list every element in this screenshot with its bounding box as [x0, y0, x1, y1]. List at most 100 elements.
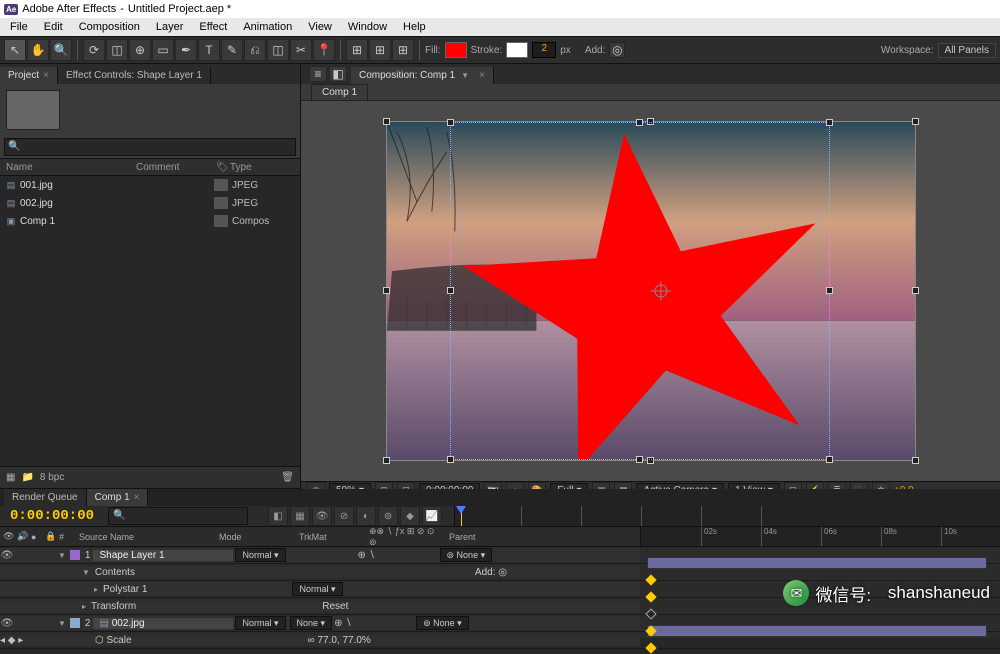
add-target-icon[interactable]: ◎ — [609, 42, 625, 58]
composition-viewer[interactable] — [301, 101, 1000, 481]
resize-handle[interactable] — [383, 118, 390, 125]
layer-row[interactable]: 👁▼1Shape Layer 1Normal ▾⊕ ∖⊚ None ▾ — [0, 547, 1000, 564]
visibility-col-icon[interactable]: 👁 — [0, 531, 14, 542]
composition-canvas[interactable] — [386, 121, 916, 461]
interpret-icon[interactable]: ▦ — [6, 472, 15, 483]
lock-col-icon[interactable]: 🔒 — [42, 531, 56, 542]
stroke-width-input[interactable]: 2 — [532, 42, 556, 58]
comp-mini-flowchart-icon[interactable]: ◧ — [268, 506, 288, 526]
brainstorm-icon[interactable]: ⊚ — [378, 506, 398, 526]
stroke-label[interactable]: Stroke: — [471, 45, 503, 56]
stroke-swatch[interactable] — [506, 42, 528, 58]
parent-header[interactable]: Parent — [446, 532, 506, 542]
pen-tool[interactable]: ✒ — [175, 39, 197, 61]
workspace-label: Workspace: — [881, 45, 934, 56]
draft3d-icon[interactable]: ▦ — [290, 506, 310, 526]
shape-bounding-box[interactable] — [450, 122, 830, 460]
project-list[interactable]: ▤001.jpgJPEG▤002.jpgJPEG▣Comp 1Compos — [0, 176, 300, 466]
frame-blend-icon[interactable]: ⊘ — [334, 506, 354, 526]
project-footer: ▦ 📁 8 bpc 🗑 — [0, 466, 300, 488]
panel-menu-icon[interactable]: ≡ — [309, 66, 327, 82]
zoom-tool[interactable]: 🔍 — [50, 39, 72, 61]
menu-window[interactable]: Window — [340, 19, 395, 35]
tab-composition[interactable]: Composition: Comp 1▼× — [351, 67, 494, 84]
shape-tool[interactable]: ▭ — [152, 39, 174, 61]
auto-keyframe-icon[interactable]: ◆ — [400, 506, 420, 526]
composition-panel: ≡ ◧ Composition: Comp 1▼× Comp 1 — [301, 64, 1000, 488]
trkmat-header[interactable]: TrkMat — [296, 532, 366, 542]
solo-col-icon[interactable]: ● — [28, 532, 42, 542]
eraser-tool[interactable]: ◫ — [267, 39, 289, 61]
resize-handle[interactable] — [912, 287, 919, 294]
toolbar: ↖ ✋ 🔍 ⟳ ◫ ⊕ ▭ ✒ T ✎ ⎌ ◫ ✂ 📍 ⊞ ⊞ ⊞ Fill: … — [0, 36, 1000, 64]
resize-handle[interactable] — [383, 457, 390, 464]
pan-behind-tool[interactable]: ⊕ — [129, 39, 151, 61]
fill-label[interactable]: Fill: — [425, 45, 441, 56]
selection-tool[interactable]: ↖ — [4, 39, 26, 61]
project-panel: Project× Effect Controls: Shape Layer 1 … — [0, 64, 301, 488]
menu-edit[interactable]: Edit — [36, 19, 71, 35]
project-item[interactable]: ▤002.jpgJPEG — [0, 194, 300, 212]
project-search-input[interactable] — [4, 138, 296, 156]
layer-row[interactable]: 👁▼2▤ 002.jpgNormal ▾None ▾⊕ ∖⊚ None ▾ — [0, 615, 1000, 632]
menu-layer[interactable]: Layer — [148, 19, 192, 35]
close-icon[interactable]: × — [43, 70, 49, 81]
brush-tool[interactable]: ✎ — [221, 39, 243, 61]
resize-handle[interactable] — [912, 118, 919, 125]
puppet-tool[interactable]: 📍 — [313, 39, 335, 61]
tab-project[interactable]: Project× — [0, 67, 58, 84]
project-thumbnail — [6, 90, 60, 130]
menu-bar: FileEditCompositionLayerEffectAnimationV… — [0, 18, 1000, 36]
close-icon[interactable]: × — [479, 70, 485, 81]
project-item[interactable]: ▤001.jpgJPEG — [0, 176, 300, 194]
project-columns-header[interactable]: Name Comment 🏷 Type — [0, 158, 300, 176]
app-title: Adobe After Effects — [22, 3, 116, 15]
audio-col-icon[interactable]: 🔊 — [14, 531, 28, 542]
resize-handle[interactable] — [912, 457, 919, 464]
menu-file[interactable]: File — [2, 19, 36, 35]
bpc-label[interactable]: 8 bpc — [40, 472, 64, 483]
comp-breadcrumb[interactable]: Comp 1 — [311, 84, 368, 100]
world-axis-icon[interactable]: ⊞ — [369, 39, 391, 61]
menu-view[interactable]: View — [300, 19, 340, 35]
comp-nav-icon[interactable]: ◧ — [329, 66, 347, 82]
menu-effect[interactable]: Effect — [191, 19, 235, 35]
motion-blur-icon[interactable]: ◐ — [356, 506, 376, 526]
clone-tool[interactable]: ⎌ — [244, 39, 266, 61]
timeline-search-input[interactable]: 🔍 — [108, 507, 248, 525]
stroke-unit: px — [560, 45, 571, 56]
menu-composition[interactable]: Composition — [71, 19, 148, 35]
graph-editor-icon[interactable]: 📈 — [422, 506, 442, 526]
roto-tool[interactable]: ✂ — [290, 39, 312, 61]
local-axis-icon[interactable]: ⊞ — [346, 39, 368, 61]
project-name: Untitled Project.aep * — [128, 3, 231, 15]
rotation-tool[interactable]: ⟳ — [83, 39, 105, 61]
col-type: Type — [224, 162, 300, 173]
search-icon: 🔍 — [113, 510, 125, 521]
type-tool[interactable]: T — [198, 39, 220, 61]
view-axis-icon[interactable]: ⊞ — [392, 39, 414, 61]
hand-tool[interactable]: ✋ — [27, 39, 49, 61]
resize-handle[interactable] — [383, 287, 390, 294]
mode-header[interactable]: Mode — [216, 532, 296, 542]
shy-icon[interactable]: 👁 — [312, 506, 332, 526]
camera-tool[interactable]: ◫ — [106, 39, 128, 61]
tab-render-queue[interactable]: Render Queue — [4, 489, 87, 506]
project-item[interactable]: ▣Comp 1Compos — [0, 212, 300, 230]
menu-animation[interactable]: Animation — [235, 19, 300, 35]
current-timecode[interactable]: 0:00:00:00 — [0, 508, 104, 524]
wechat-icon: ✉ — [783, 580, 809, 606]
playhead[interactable] — [461, 506, 462, 526]
trash-icon[interactable]: 🗑 — [281, 472, 294, 483]
menu-help[interactable]: Help — [395, 19, 434, 35]
source-name-header[interactable]: Source Name — [76, 532, 216, 542]
fill-swatch[interactable] — [445, 42, 467, 58]
folder-icon[interactable]: 📁 — [21, 472, 33, 483]
tab-effect-controls[interactable]: Effect Controls: Shape Layer 1 — [58, 67, 211, 84]
app-icon: Ae — [4, 4, 18, 15]
tab-timeline-comp[interactable]: Comp 1× — [87, 489, 149, 506]
col-name: Name — [0, 162, 130, 173]
title-bar: Ae Adobe After Effects - Untitled Projec… — [0, 0, 1000, 18]
col-comment: Comment — [130, 162, 210, 173]
workspace-dropdown[interactable]: All Panels — [938, 43, 996, 58]
